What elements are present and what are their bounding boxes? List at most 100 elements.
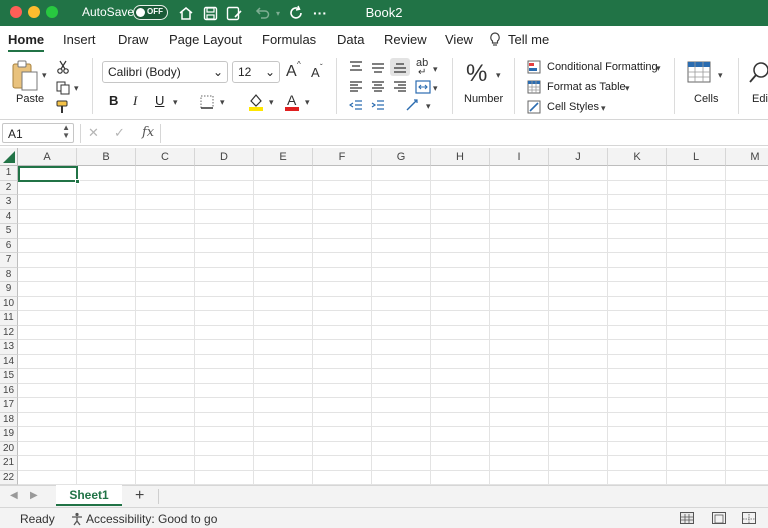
accessibility-status[interactable]: Accessibility: Good to go	[86, 512, 217, 526]
orientation-icon[interactable]	[404, 97, 422, 113]
number-format-icon[interactable]: %	[466, 60, 487, 88]
more-commands-icon[interactable]: ···	[310, 3, 330, 23]
tab-view[interactable]: View	[445, 32, 473, 47]
cut-icon[interactable]	[55, 59, 71, 75]
column-header[interactable]: L	[667, 148, 726, 166]
insert-function-button[interactable]: fx	[142, 125, 154, 140]
column-header[interactable]: A	[18, 148, 77, 166]
column-header[interactable]: J	[549, 148, 608, 166]
tab-insert[interactable]: Insert	[63, 32, 96, 47]
row-header[interactable]: 19	[0, 427, 18, 442]
row-header[interactable]: 2	[0, 180, 18, 195]
row-header[interactable]: 16	[0, 383, 18, 398]
number-format-chevron[interactable]: ▾	[496, 70, 501, 81]
align-top-icon[interactable]	[348, 60, 364, 74]
column-header[interactable]: I	[490, 148, 549, 166]
row-header[interactable]: 8	[0, 267, 18, 282]
cells-chevron[interactable]: ▾	[718, 70, 723, 81]
underline-button[interactable]: U	[155, 93, 164, 108]
next-sheet-button[interactable]: ▶	[30, 490, 38, 501]
fill-color-icon[interactable]	[247, 92, 265, 112]
minimize-window-button[interactable]	[28, 6, 40, 18]
underline-options-chevron[interactable]: ▾	[173, 97, 178, 108]
tab-tell-me[interactable]: Tell me	[508, 32, 549, 47]
column-header[interactable]: B	[77, 148, 136, 166]
chevron-down-icon[interactable]: ▾	[656, 63, 661, 74]
save-as-icon[interactable]	[224, 3, 244, 23]
select-all-button[interactable]	[0, 148, 18, 166]
tab-formulas[interactable]: Formulas	[262, 32, 316, 47]
row-header[interactable]: 18	[0, 412, 18, 427]
search-icon[interactable]	[748, 60, 768, 84]
row-header[interactable]: 14	[0, 354, 18, 369]
row-header[interactable]: 21	[0, 456, 18, 471]
align-left-icon[interactable]	[348, 80, 364, 94]
align-right-icon[interactable]	[392, 80, 408, 94]
row-header[interactable]: 10	[0, 296, 18, 311]
column-header[interactable]: C	[136, 148, 195, 166]
italic-button[interactable]: I	[133, 93, 137, 109]
font-name-select[interactable]: Calibri (Body) ⌄	[102, 61, 228, 83]
tab-review[interactable]: Review	[384, 32, 427, 47]
column-header[interactable]: E	[254, 148, 313, 166]
row-header[interactable]: 6	[0, 238, 18, 253]
page-break-view-icon[interactable]	[742, 512, 756, 524]
merge-options-chevron[interactable]: ▾	[433, 83, 438, 94]
orientation-chevron[interactable]: ▾	[426, 101, 431, 112]
decrease-indent-icon[interactable]	[348, 99, 364, 113]
shrink-font-button[interactable]: A	[311, 65, 320, 80]
row-header[interactable]: 4	[0, 209, 18, 224]
fill-handle[interactable]	[75, 179, 80, 184]
cells-icon[interactable]	[686, 60, 712, 84]
format-painter-icon[interactable]	[55, 99, 71, 115]
conditional-formatting-button[interactable]: Conditional Formatting	[547, 61, 658, 73]
paste-icon[interactable]	[10, 60, 40, 92]
column-header[interactable]: G	[372, 148, 431, 166]
cell-styles-button[interactable]: Cell Styles	[547, 101, 599, 113]
undo-dropdown-icon[interactable]: ▾	[268, 3, 288, 23]
enter-formula-button[interactable]: ✓	[114, 125, 125, 141]
column-header[interactable]: K	[608, 148, 667, 166]
font-size-select[interactable]: 12 ⌄	[232, 61, 280, 83]
paste-options-chevron[interactable]: ▾	[42, 70, 47, 81]
row-header[interactable]: 15	[0, 369, 18, 384]
copy-icon[interactable]	[55, 80, 71, 96]
tab-home[interactable]: Home	[8, 32, 44, 47]
format-as-table-button[interactable]: Format as Table	[547, 81, 626, 93]
row-header[interactable]: 22	[0, 470, 18, 485]
close-window-button[interactable]	[10, 6, 22, 18]
row-header[interactable]: 7	[0, 253, 18, 268]
fill-color-chevron[interactable]: ▾	[269, 97, 274, 108]
row-header[interactable]: 20	[0, 441, 18, 456]
format-as-table-icon[interactable]	[526, 79, 542, 95]
align-middle-icon[interactable]	[370, 60, 386, 74]
column-header[interactable]: D	[195, 148, 254, 166]
active-cell[interactable]	[18, 166, 78, 182]
align-bottom-icon[interactable]	[390, 58, 410, 76]
zoom-window-button[interactable]	[46, 6, 58, 18]
formula-input[interactable]	[166, 125, 764, 142]
borders-icon[interactable]	[199, 94, 215, 110]
row-header[interactable]: 13	[0, 340, 18, 355]
wrap-options-chevron[interactable]: ▾	[433, 64, 438, 75]
home-icon[interactable]	[176, 3, 196, 23]
column-header[interactable]: H	[431, 148, 490, 166]
column-header[interactable]: F	[313, 148, 372, 166]
tab-data[interactable]: Data	[337, 32, 364, 47]
tab-draw[interactable]: Draw	[118, 32, 148, 47]
borders-options-chevron[interactable]: ▾	[220, 97, 225, 108]
row-header[interactable]: 17	[0, 398, 18, 413]
add-sheet-button[interactable]: +	[135, 487, 144, 505]
name-box[interactable]: A1 ▲ ▼	[2, 123, 74, 143]
autosave-toggle[interactable]: OFF	[133, 5, 168, 20]
row-header[interactable]: 12	[0, 325, 18, 340]
merge-center-icon[interactable]	[414, 79, 432, 95]
row-header[interactable]: 1	[0, 166, 18, 181]
chevron-down-icon[interactable]: ▾	[625, 83, 630, 94]
copy-options-chevron[interactable]: ▾	[74, 83, 79, 94]
chevron-down-icon[interactable]: ▾	[601, 103, 606, 114]
row-header[interactable]: 11	[0, 311, 18, 326]
tab-page-layout[interactable]: Page Layout	[169, 32, 242, 47]
row-header[interactable]: 5	[0, 224, 18, 239]
grow-font-button[interactable]: A	[286, 63, 297, 81]
